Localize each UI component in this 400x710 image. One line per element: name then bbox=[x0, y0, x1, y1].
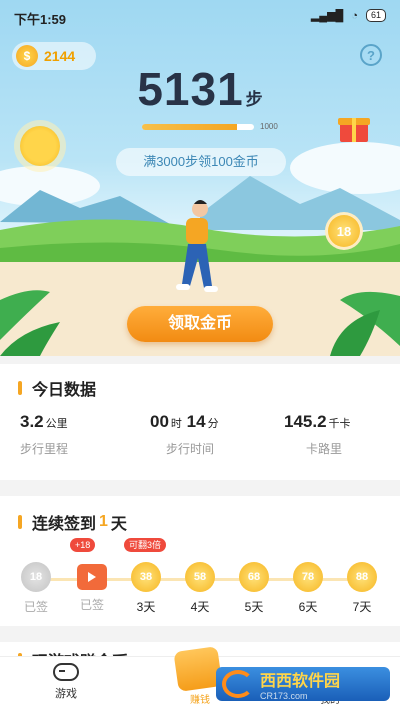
signin-days-count: 1 bbox=[99, 513, 108, 530]
signin-day[interactable]: 78 6天 bbox=[288, 562, 328, 615]
goal-banner: 满3000步领100金币 bbox=[116, 148, 286, 176]
tab-bar: 游戏 赚钱 我的 西西软件园 CR173.com bbox=[0, 646, 400, 710]
signin-day-label: 5天 bbox=[244, 600, 264, 614]
signin-coin-icon: 78 bbox=[293, 562, 323, 592]
signin-day[interactable]: 58 4天 bbox=[180, 562, 220, 615]
watermark-logo: 西西软件园 CR173.com bbox=[216, 667, 390, 701]
signin-coin-icon: 38 bbox=[131, 562, 161, 592]
step-progress-bar bbox=[142, 124, 254, 130]
signin-coin-icon: 68 bbox=[239, 562, 269, 592]
time-label: 步行时间 bbox=[166, 442, 215, 456]
step-count: 5131 bbox=[137, 63, 244, 115]
signin-coin-icon: 88 bbox=[347, 562, 377, 592]
signal-icon: ▂▄▆█ bbox=[310, 10, 344, 22]
wifi-icon: ◔ bbox=[351, 9, 358, 22]
calories-value: 145.2 bbox=[284, 412, 327, 431]
title-accent-bar bbox=[18, 381, 22, 395]
hero-section: 下午1:59 ▂▄▆█ ◔ 61 $ 2144 ? 5131 步 1000 满30… bbox=[0, 0, 400, 356]
tab-games-label: 游戏 bbox=[55, 688, 77, 700]
step-counter: 5131 步 bbox=[0, 62, 400, 116]
battery-icon: 61 bbox=[365, 9, 386, 22]
signin-day-label: 4天 bbox=[190, 600, 210, 614]
time-minutes: 14 bbox=[186, 412, 206, 431]
signin-title-prefix: 连续签到 bbox=[32, 516, 97, 533]
title-accent-bar bbox=[18, 515, 22, 529]
gamepad-icon bbox=[53, 663, 79, 681]
watermark-title: 西西软件园 bbox=[260, 673, 341, 690]
app-screen: 下午1:59 ▂▄▆█ ◔ 61 $ 2144 ? 5131 步 1000 满30… bbox=[0, 0, 400, 710]
signin-day[interactable]: 68 5天 bbox=[234, 562, 274, 615]
calories-label: 卡路里 bbox=[306, 442, 343, 456]
signin-day[interactable]: 已签 bbox=[72, 562, 112, 613]
signin-coin-icon: 18 bbox=[21, 562, 51, 592]
status-bar: 下午1:59 ▂▄▆█ ◔ 61 bbox=[0, 0, 400, 34]
stat-calories: 145.2 千卡 卡路里 bbox=[284, 412, 400, 457]
stat-time: 00 时 14 分 步行时间 bbox=[150, 412, 270, 457]
gift-icon[interactable] bbox=[338, 112, 370, 142]
step-progress-fill bbox=[142, 124, 238, 130]
signin-card: 连续签到 1 天 18 已签 已签 +18 38 3天 可翻3倍 58 4天 68 5天 78 6天 88… bbox=[0, 496, 400, 626]
status-time: 下午1:59 bbox=[14, 12, 67, 27]
signin-day[interactable]: 88 7天 bbox=[342, 562, 382, 615]
watermark-url: CR173.com bbox=[260, 691, 308, 701]
signin-title-suffix: 天 bbox=[110, 516, 127, 533]
signin-coin-icon: 58 bbox=[185, 562, 215, 592]
stat-distance: 3.2 公里 步行里程 bbox=[20, 412, 140, 457]
today-data-card: 今日数据 3.2 公里 步行里程 00 时 14 分 步行时间 145.2 千卡 卡路里 bbox=[0, 364, 400, 480]
signin-day-label: 已签 bbox=[79, 598, 104, 612]
signin-day-label: 3天 bbox=[136, 600, 156, 614]
signin-bonus-badge: 可翻3倍 bbox=[124, 538, 167, 552]
time-hours-unit: 时 bbox=[170, 418, 182, 430]
time-hours: 00 bbox=[150, 412, 169, 431]
signin-day-label: 已签 bbox=[23, 600, 48, 614]
signin-bonus-badge: +18 bbox=[70, 538, 96, 552]
distance-label: 步行里程 bbox=[20, 442, 69, 456]
tab-earn-label: 赚钱 bbox=[190, 695, 210, 706]
claim-coins-button[interactable]: 领取金币 bbox=[127, 306, 273, 342]
sun-icon bbox=[20, 126, 60, 166]
tab-games[interactable]: 游戏 bbox=[36, 663, 96, 701]
distance-value: 3.2 bbox=[20, 412, 44, 431]
status-icons: ▂▄▆█ ◔ 61 bbox=[311, 9, 386, 22]
calories-unit: 千卡 bbox=[328, 418, 351, 430]
today-title-text: 今日数据 bbox=[32, 382, 97, 399]
today-title: 今日数据 bbox=[18, 376, 96, 400]
watermark-logo-icon bbox=[222, 670, 254, 698]
coin-bubble[interactable]: 18 bbox=[325, 212, 363, 250]
time-minutes-unit: 分 bbox=[207, 418, 219, 430]
signin-day-label: 7天 bbox=[352, 600, 372, 614]
distance-unit: 公里 bbox=[45, 418, 68, 430]
video-reward-icon bbox=[77, 564, 107, 590]
step-unit: 步 bbox=[245, 90, 263, 109]
signin-day[interactable]: 38 3天 bbox=[126, 562, 166, 615]
signin-day[interactable]: 18 已签 bbox=[16, 562, 56, 615]
signin-day-label: 6天 bbox=[298, 600, 318, 614]
signin-title: 连续签到 1 天 bbox=[18, 510, 127, 534]
progress-max-label: 1000 bbox=[260, 122, 278, 131]
